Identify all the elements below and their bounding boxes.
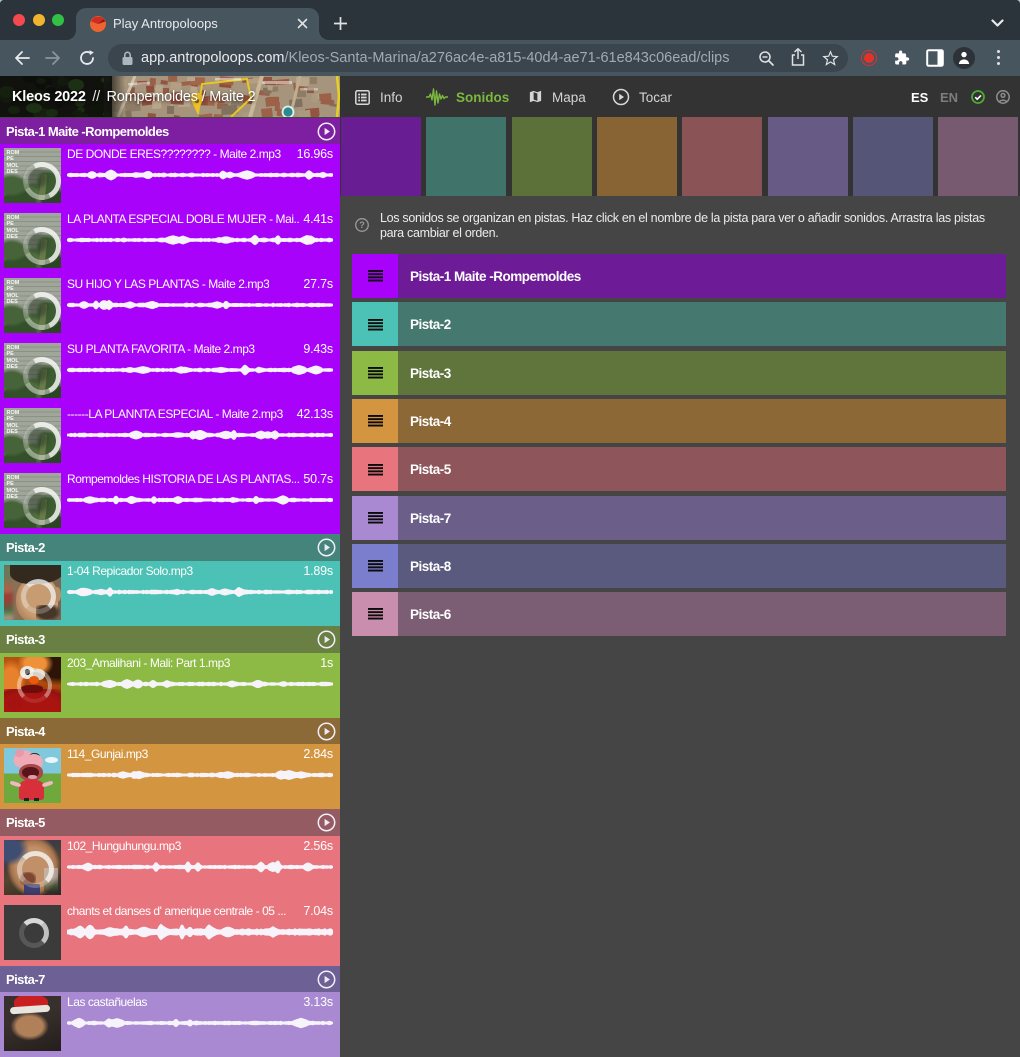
svg-text:?: ? xyxy=(359,220,365,230)
